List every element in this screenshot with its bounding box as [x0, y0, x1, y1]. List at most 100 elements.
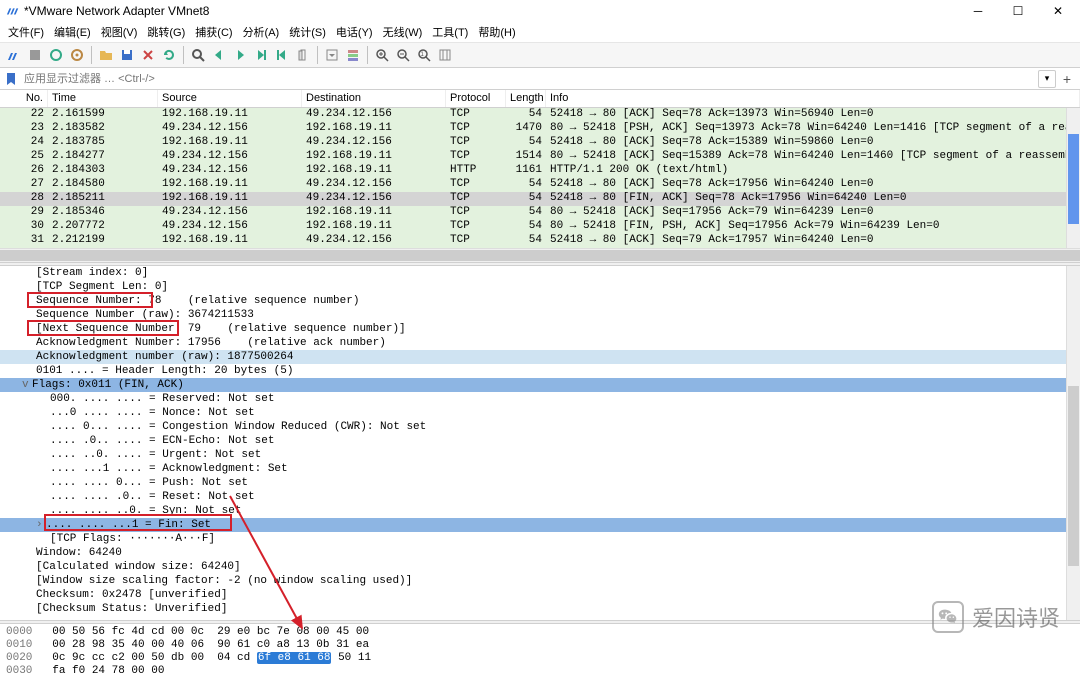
- menu-bar: 文件(F) 编辑(E) 视图(V) 跳转(G) 捕获(C) 分析(A) 统计(S…: [0, 22, 1080, 42]
- flag-cwr: .... 0... .... = Congestion Window Reduc…: [0, 420, 1080, 434]
- packet-row[interactable]: 252.18427749.234.12.156192.168.19.11TCP1…: [0, 150, 1080, 164]
- packet-list[interactable]: 222.161599192.168.19.1149.234.12.156TCP5…: [0, 108, 1080, 248]
- col-time[interactable]: Time: [48, 90, 158, 107]
- packet-row[interactable]: 282.185211192.168.19.1149.234.12.156TCP5…: [0, 192, 1080, 206]
- flag-ack: .... ...1 .... = Acknowledgment: Set: [0, 462, 1080, 476]
- menu-goto[interactable]: 跳转(G): [143, 22, 189, 42]
- expander-icon[interactable]: v: [22, 378, 32, 392]
- detail-checksum: Checksum: 0x2478 [unverified]: [0, 588, 1080, 602]
- toolbar-sep-2: [183, 46, 184, 64]
- toolbar-forward[interactable]: [230, 45, 250, 65]
- packet-row[interactable]: 272.184580192.168.19.1149.234.12.156TCP5…: [0, 178, 1080, 192]
- bookmark-icon[interactable]: [4, 72, 18, 86]
- col-protocol[interactable]: Protocol: [446, 90, 506, 107]
- toolbar-back[interactable]: [209, 45, 229, 65]
- col-length[interactable]: Length: [506, 90, 546, 107]
- toolbar-sep-3: [317, 46, 318, 64]
- flag-reset: .... .... .0.. = Reset: Not set: [0, 490, 1080, 504]
- detail-next-seq: [Next Sequence Number: 79 (relative sequ…: [0, 322, 1080, 336]
- window-maximize[interactable]: ☐: [998, 0, 1038, 22]
- menu-file[interactable]: 文件(F): [4, 22, 48, 42]
- flag-reserved: 000. .... .... = Reserved: Not set: [0, 392, 1080, 406]
- toolbar-reload[interactable]: [159, 45, 179, 65]
- title-bar: *VMware Network Adapter VMnet8 ─ ☐ ✕: [0, 0, 1080, 22]
- flag-push: .... .... 0... = Push: Not set: [0, 476, 1080, 490]
- flag-fin[interactable]: ›.... .... ...1 = Fin: Set: [0, 518, 1080, 532]
- detail-seq-raw: Sequence Number (raw): 3674211533: [0, 308, 1080, 322]
- toolbar-close[interactable]: [138, 45, 158, 65]
- packet-details[interactable]: [Stream index: 0] [TCP Segment Len: 0] S…: [0, 266, 1080, 620]
- window-minimize[interactable]: ─: [958, 0, 998, 22]
- menu-capture[interactable]: 捕获(C): [191, 22, 236, 42]
- menu-phone[interactable]: 电话(Y): [332, 22, 377, 42]
- detail-ack-raw: Acknowledgment number (raw): 1877500264: [0, 350, 1080, 364]
- hex-row-0: 0000 00 50 56 fc 4d cd 00 0c 29 e0 bc 7e…: [6, 626, 1080, 639]
- display-filter-input[interactable]: [20, 71, 1036, 87]
- toolbar-last[interactable]: [293, 45, 313, 65]
- menu-stats[interactable]: 统计(S): [285, 22, 330, 42]
- hex-row-3: 0030 fa f0 24 78 00 00: [6, 665, 1080, 678]
- toolbar-stop-capture[interactable]: [25, 45, 45, 65]
- toolbar-resize-columns[interactable]: [435, 45, 455, 65]
- toolbar-jump[interactable]: [251, 45, 271, 65]
- detail-window: Window: 64240: [0, 546, 1080, 560]
- toolbar-restart-capture[interactable]: [46, 45, 66, 65]
- toolbar-colorize[interactable]: [343, 45, 363, 65]
- toolbar-zoom-in[interactable]: [372, 45, 392, 65]
- menu-view[interactable]: 视图(V): [97, 22, 142, 42]
- menu-wireless[interactable]: 无线(W): [379, 22, 427, 42]
- detail-calc-win: [Calculated window size: 64240]: [0, 560, 1080, 574]
- menu-help[interactable]: 帮助(H): [474, 22, 519, 42]
- toolbar-first[interactable]: [272, 45, 292, 65]
- detail-seq-num: Sequence Number: 78 (relative sequence n…: [0, 294, 1080, 308]
- menu-analyze[interactable]: 分析(A): [239, 22, 284, 42]
- detail-scrollbar[interactable]: [1066, 266, 1080, 620]
- window-title: *VMware Network Adapter VMnet8: [24, 4, 209, 18]
- toolbar-open[interactable]: [96, 45, 116, 65]
- toolbar: 1: [0, 42, 1080, 68]
- packet-row[interactable]: 222.161599192.168.19.1149.234.12.156TCP5…: [0, 108, 1080, 122]
- toolbar-zoom-reset[interactable]: 1: [414, 45, 434, 65]
- toolbar-autoscroll[interactable]: [322, 45, 342, 65]
- menu-edit[interactable]: 编辑(E): [50, 22, 95, 42]
- col-source[interactable]: Source: [158, 90, 302, 107]
- packet-row[interactable]: 302.20777249.234.12.156192.168.19.11TCP5…: [0, 220, 1080, 234]
- filter-dropdown[interactable]: ▾: [1038, 70, 1056, 88]
- filter-add[interactable]: +: [1058, 70, 1076, 88]
- toolbar-find[interactable]: [188, 45, 208, 65]
- hex-row-2: 0020 0c 9c cc c2 00 50 db 00 04 cd 6f e8…: [6, 652, 1080, 665]
- hex-highlight: 6f e8 61 68: [257, 652, 332, 664]
- toolbar-capture-options[interactable]: [67, 45, 87, 65]
- expander-fin-icon[interactable]: ›: [36, 518, 46, 532]
- flag-ece: .... .0.. .... = ECN-Echo: Not set: [0, 434, 1080, 448]
- col-no[interactable]: No.: [0, 90, 48, 107]
- col-info[interactable]: Info: [546, 90, 1080, 107]
- detail-chk-status: [Checksum Status: Unverified]: [0, 602, 1080, 616]
- toolbar-sep: [91, 46, 92, 64]
- detail-tcp-flags-str: [TCP Flags: ·······A···F]: [0, 532, 1080, 546]
- detail-stream-index: [Stream index: 0]: [0, 266, 1080, 280]
- packet-row[interactable]: 242.183785192.168.19.1149.234.12.156TCP5…: [0, 136, 1080, 150]
- toolbar-start-capture[interactable]: [4, 45, 24, 65]
- hex-row-1: 0010 00 28 98 35 40 00 40 06 90 61 c0 a8…: [6, 639, 1080, 652]
- app-icon: [6, 4, 20, 18]
- toolbar-save[interactable]: [117, 45, 137, 65]
- packet-list-header: No. Time Source Destination Protocol Len…: [0, 90, 1080, 108]
- flag-nonce: ...0 .... .... = Nonce: Not set: [0, 406, 1080, 420]
- col-dest[interactable]: Destination: [302, 90, 446, 107]
- hex-dump[interactable]: 0000 00 50 56 fc 4d cd 00 0c 29 e0 bc 7e…: [0, 624, 1080, 680]
- detail-flags-header[interactable]: vFlags: 0x011 (FIN, ACK): [0, 378, 1080, 392]
- packet-row[interactable]: 262.18430349.234.12.156192.168.19.11HTTP…: [0, 164, 1080, 178]
- packet-hscroll[interactable]: [0, 248, 1080, 262]
- detail-win-scale: [Window size scaling factor: -2 (no wind…: [0, 574, 1080, 588]
- window-close[interactable]: ✕: [1038, 0, 1078, 22]
- toolbar-sep-4: [367, 46, 368, 64]
- packet-row[interactable]: 232.18358249.234.12.156192.168.19.11TCP1…: [0, 122, 1080, 136]
- packet-scrollbar[interactable]: [1066, 108, 1080, 248]
- detail-hdr-len: 0101 .... = Header Length: 20 bytes (5): [0, 364, 1080, 378]
- menu-tools[interactable]: 工具(T): [428, 22, 472, 42]
- toolbar-zoom-out[interactable]: [393, 45, 413, 65]
- flag-urgent: .... ..0. .... = Urgent: Not set: [0, 448, 1080, 462]
- packet-row[interactable]: 292.18534649.234.12.156192.168.19.11TCP5…: [0, 206, 1080, 220]
- packet-row[interactable]: 312.212199192.168.19.1149.234.12.156TCP5…: [0, 234, 1080, 248]
